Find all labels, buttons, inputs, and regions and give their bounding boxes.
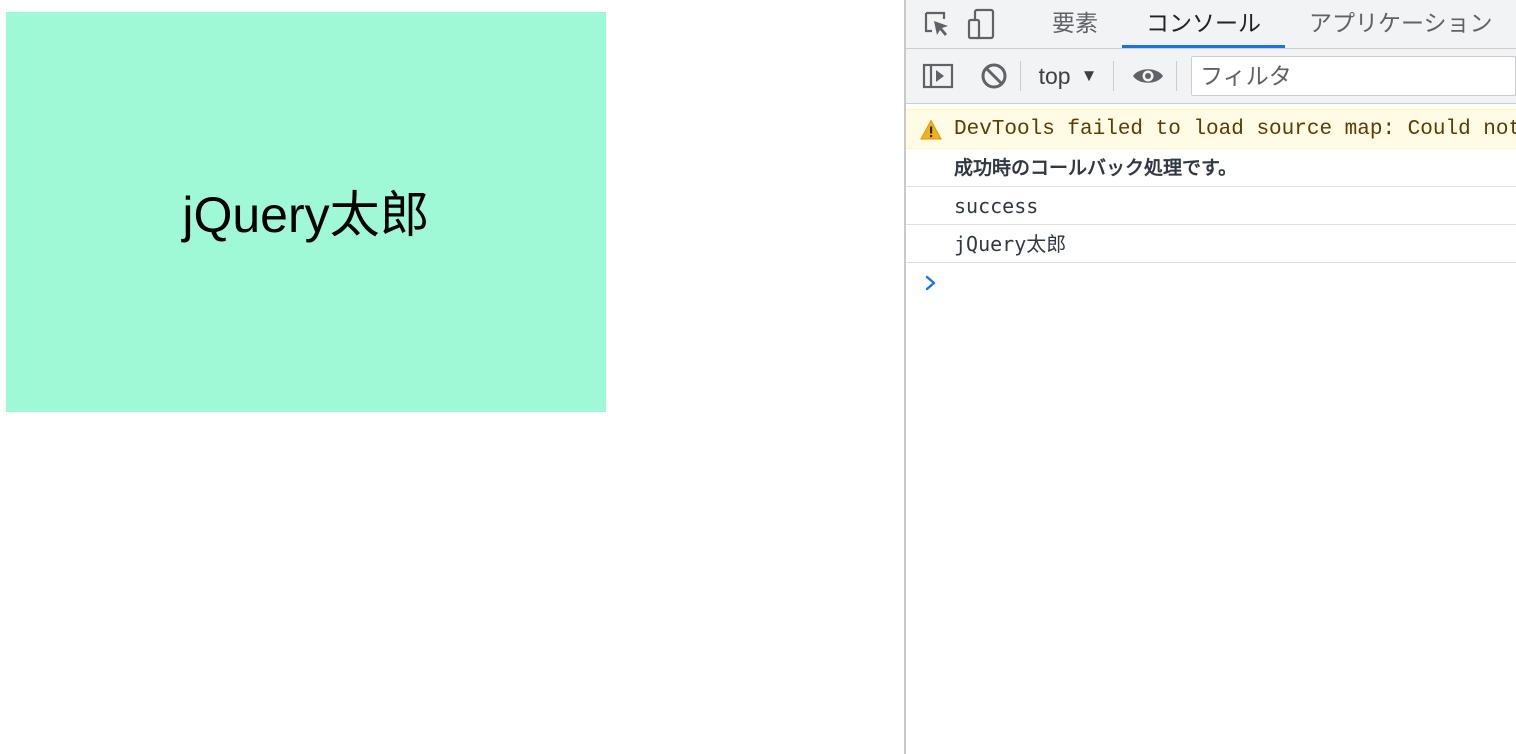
element-picker-icon[interactable] [922, 6, 952, 42]
console-log-message: 成功時のコールバック処理です。 [906, 149, 1516, 187]
device-toggle-icon[interactable] [966, 6, 998, 42]
dropdown-arrow-icon: ▼ [1080, 66, 1098, 85]
tab-elements[interactable]: 要素 [1024, 0, 1122, 48]
filter-input[interactable] [1191, 56, 1516, 96]
tab-console[interactable]: コンソール [1122, 0, 1285, 48]
sidebar-toggle-icon[interactable] [916, 53, 960, 99]
log-text: success [954, 194, 1039, 218]
prompt-chevron-icon [925, 275, 936, 291]
toolbar-separator [1176, 61, 1178, 91]
page-viewport: jQuery太郎 [0, 0, 904, 754]
context-value: top [1038, 62, 1071, 89]
context-select[interactable]: top ▼ [1027, 56, 1108, 96]
log-text: jQuery太郎 [954, 232, 1067, 256]
warning-icon [920, 119, 942, 140]
console-warning-message: DevTools failed to load source map: Coul… [906, 109, 1516, 149]
warning-text: DevTools failed to load source map: Coul… [954, 118, 1516, 141]
green-box: jQuery太郎 [6, 12, 606, 412]
toolbar-separator [1113, 61, 1115, 91]
box-text: jQuery太郎 [182, 187, 430, 243]
eye-icon[interactable] [1126, 53, 1170, 99]
console-prompt[interactable] [906, 263, 1516, 303]
console-log-message: success [906, 187, 1516, 225]
log-text: 成功時のコールバック処理です。 [954, 157, 1238, 179]
devtools-tabbar: 要素 コンソール アプリケーション [906, 0, 1516, 49]
tab-application[interactable]: アプリケーション [1285, 0, 1516, 48]
clear-console-icon[interactable] [972, 53, 1016, 99]
devtools-panel: 要素 コンソール アプリケーション top ▼ フィルタ DevTools fa… [904, 0, 1516, 754]
console-toolbar: top ▼ [906, 49, 1516, 104]
console-messages: DevTools failed to load source map: Coul… [906, 109, 1516, 303]
toolbar-separator [1019, 61, 1021, 91]
console-log-message: jQuery太郎 [906, 225, 1516, 263]
